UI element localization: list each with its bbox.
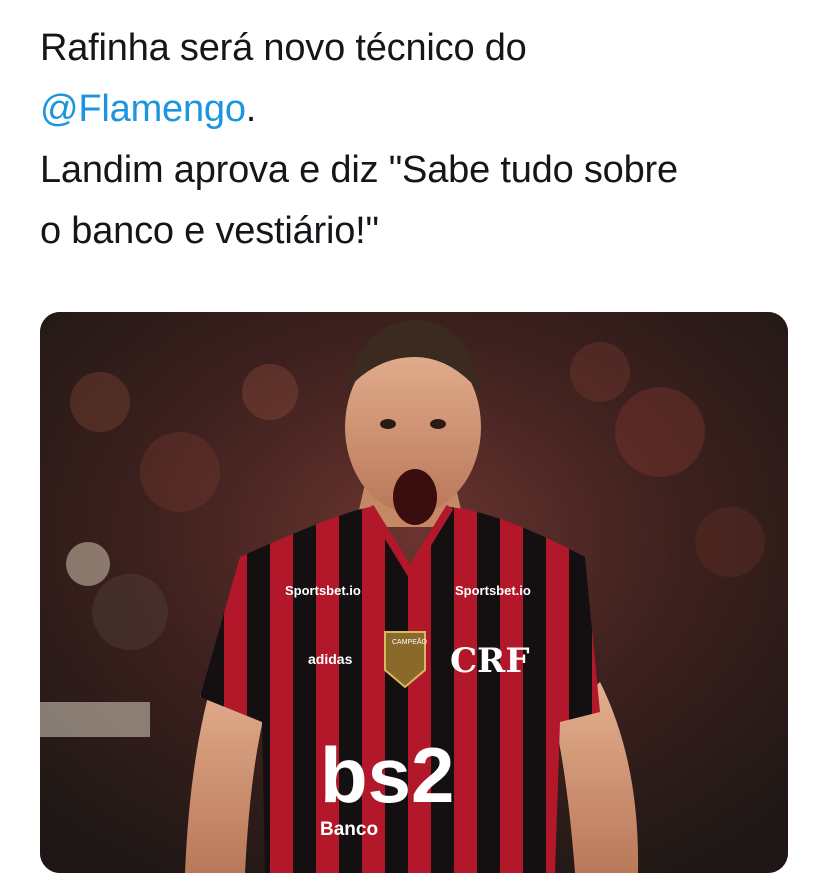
open-mouth (393, 469, 437, 525)
tweet-line-2: @Flamengo. (40, 79, 800, 140)
player-illustration: Sportsbet.io Sportsbet.io adidas CAMPEÃO… (40, 312, 788, 873)
club-crest: CRF (450, 641, 529, 681)
tweet-line-1: Rafinha será novo técnico do (40, 27, 527, 69)
sponsor-left: Sportsbet.io (285, 583, 361, 598)
stadium-light-bar (40, 702, 150, 737)
mention-link[interactable]: @Flamengo (40, 88, 246, 130)
tweet-photo[interactable]: Sportsbet.io Sportsbet.io adidas CAMPEÃO… (40, 312, 788, 873)
sponsor-right: Sportsbet.io (455, 583, 531, 598)
kit-brand: adidas (308, 651, 353, 667)
stadium-light (66, 542, 110, 586)
main-sponsor: bs2 (320, 731, 454, 819)
tweet-line-3: Landim aprova e diz "Sabe tudo sobre (40, 149, 678, 191)
mention-suffix: . (245, 88, 257, 130)
tweet-line-4: o banco e vestiário!" (40, 210, 379, 252)
main-sponsor-sub: Banco (320, 819, 378, 840)
badge-text: CAMPEÃO (392, 637, 428, 646)
tweet-text: Rafinha será novo técnico do @Flamengo. … (40, 18, 800, 262)
